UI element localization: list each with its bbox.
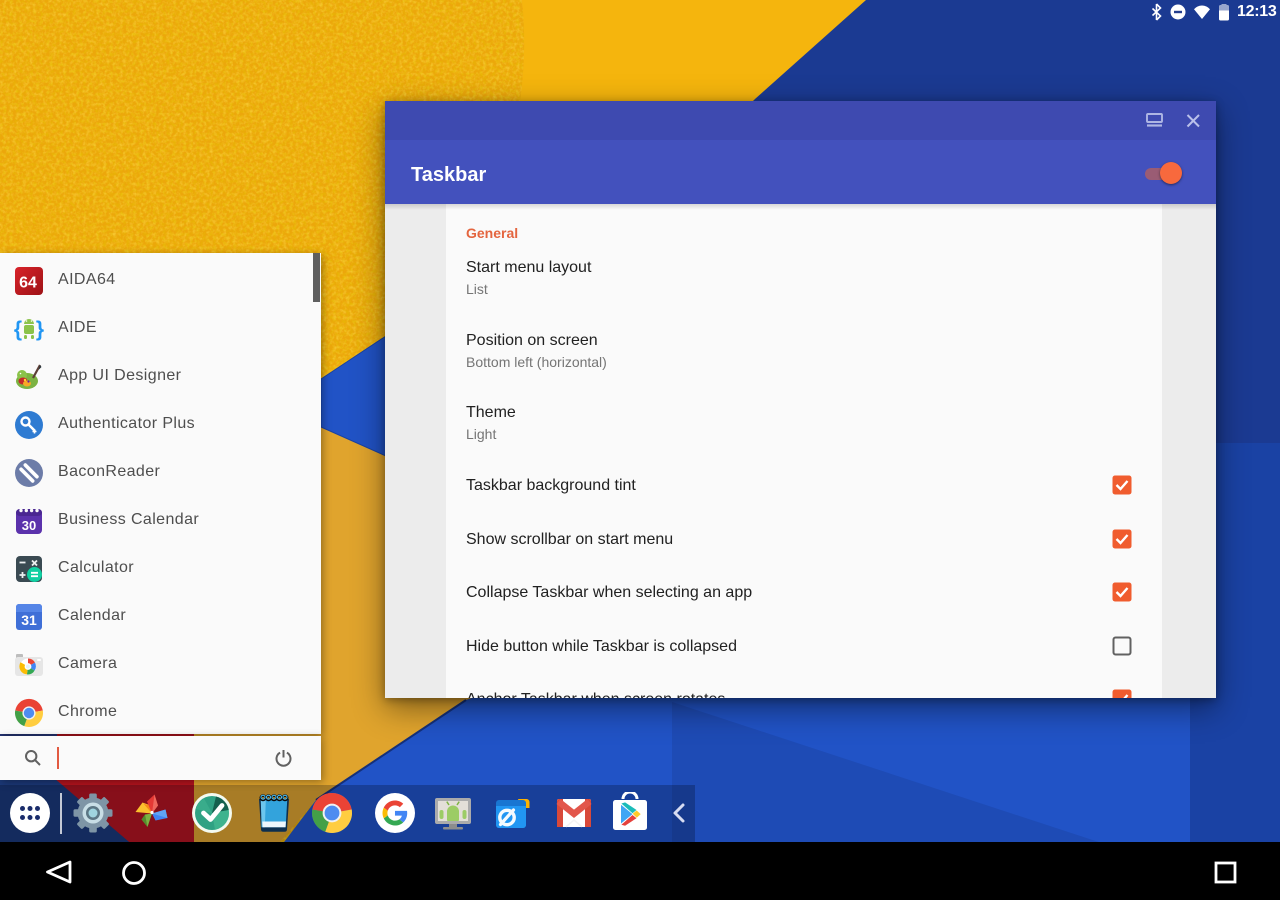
svg-text:30: 30 [22, 518, 36, 533]
svg-text:{: { [14, 318, 22, 341]
svg-text:}: } [36, 318, 44, 341]
svg-text:64: 64 [19, 275, 37, 292]
svg-text:31: 31 [21, 612, 37, 628]
